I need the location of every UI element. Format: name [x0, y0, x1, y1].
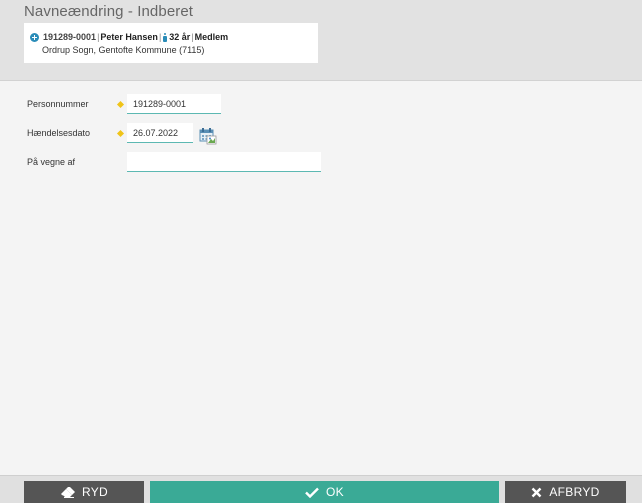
- person-age: 32 år: [169, 32, 191, 42]
- afbryd-button-label: AFBRYD: [549, 485, 600, 499]
- ok-button-label: OK: [326, 485, 344, 499]
- page-header: Navneændring - Indberet 191289-0001 | Pe…: [0, 0, 642, 81]
- ryd-button-label: RYD: [81, 485, 109, 499]
- paa-vegne-af-input[interactable]: [127, 152, 321, 172]
- haendelsesdato-input[interactable]: [127, 123, 193, 143]
- person-summary-card: 191289-0001 | Peter Hansen | 32 år | Med…: [24, 23, 318, 63]
- ryd-button[interactable]: RYD: [24, 481, 144, 503]
- haendelsesdato-label: Hændelsesdato: [27, 128, 91, 138]
- calendar-icon[interactable]: [199, 127, 217, 145]
- person-parish: Ordrup Sogn, Gentofte Kommune (7115): [42, 45, 205, 55]
- required-indicator: [116, 100, 125, 109]
- separator: |: [97, 32, 100, 42]
- ok-button[interactable]: OK: [150, 481, 499, 503]
- close-icon: [532, 487, 542, 497]
- person-summary-line: 191289-0001 | Peter Hansen | 32 år | Med…: [30, 32, 228, 42]
- personnummer-label: Personnummer: [27, 99, 89, 109]
- eraser-icon: [60, 486, 75, 498]
- page-title: Navneændring - Indberet: [24, 3, 194, 20]
- paa-vegne-af-label: På vegne af: [27, 157, 76, 167]
- person-icon: [163, 32, 168, 42]
- afbryd-button[interactable]: AFBRYD: [505, 481, 626, 503]
- personnummer-input[interactable]: [127, 94, 221, 114]
- person-name: Peter Hansen: [100, 32, 158, 42]
- plus-circle-icon[interactable]: [30, 32, 39, 42]
- person-cpr: 191289-0001: [43, 32, 97, 42]
- separator: |: [158, 32, 162, 42]
- person-status: Medlem: [194, 32, 229, 42]
- separator: |: [191, 32, 194, 42]
- required-indicator: [116, 129, 125, 138]
- check-icon: [305, 487, 319, 498]
